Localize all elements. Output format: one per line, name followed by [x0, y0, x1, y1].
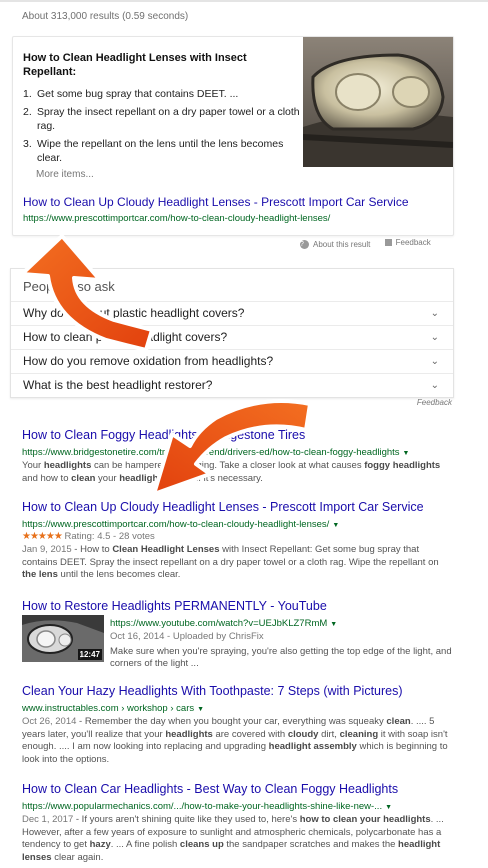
result-snippet: Your headlights can be hampered by foggi… [22, 460, 441, 484]
snippet-result-url: https://www.prescottimportcar.com/how-to… [23, 213, 331, 224]
people-also-ask: People also ask Why do they put plastic … [10, 268, 454, 398]
paa-feedback[interactable]: Feedback [417, 398, 452, 407]
result-title-link[interactable]: How to Clean Foggy Headlights | Bridgest… [22, 428, 305, 442]
chevron-down-icon: ⌄ [430, 332, 439, 343]
result-url: https://www.bridgestonetire.com/tread-an… [22, 447, 410, 458]
more-items-link[interactable]: More items... [36, 169, 94, 180]
caret-down-icon[interactable]: ▼ [197, 706, 204, 713]
paa-question[interactable]: How to clean plastic headlight covers? ⌄ [11, 325, 453, 349]
result-url: https://www.prescottimportcar.com/how-to… [22, 519, 340, 530]
result-snippet: Jan 9, 2015 - How to Clean Headlight Len… [22, 544, 439, 580]
result-url: https://www.popularmechanics.com/.../how… [22, 801, 393, 812]
snippet-footer: ? About this result Feedback [300, 238, 448, 249]
paa-title: People also ask [23, 279, 115, 294]
paa-question[interactable]: Why do they put plastic headlight covers… [11, 301, 453, 325]
result-stats: About 313,000 results (0.59 seconds) [22, 11, 189, 22]
video-meta: Oct 16, 2014 - Uploaded by ChrisFix [110, 631, 264, 642]
caret-down-icon[interactable]: ▼ [385, 804, 392, 811]
snippet-result-link[interactable]: How to Clean Up Cloudy Headlight Lenses … [23, 195, 409, 209]
video-thumbnail[interactable]: 12:47 [22, 615, 104, 662]
result-title-link[interactable]: Clean Your Hazy Headlights With Toothpas… [22, 684, 403, 698]
caret-down-icon[interactable]: ▼ [330, 621, 337, 628]
caret-down-icon[interactable]: ▼ [332, 522, 339, 529]
video-result: How to Restore Headlights PERMANENTLY - … [22, 597, 452, 671]
result-snippet: Dec 1, 2017 - If yours aren't shining qu… [22, 814, 444, 863]
result-url: www.instructables.com › workshop › cars ▼ [22, 703, 205, 714]
top-divider [0, 0, 488, 2]
about-this-result[interactable]: ? About this result [300, 240, 370, 249]
result-snippet: Make sure when you're spraying, you're a… [110, 645, 452, 670]
chevron-down-icon: ⌄ [430, 380, 439, 391]
search-result: How to Clean Up Cloudy Headlight Lenses … [22, 498, 452, 582]
search-result: How to Clean Car Headlights - Best Way t… [22, 780, 452, 864]
chevron-down-icon: ⌄ [430, 356, 439, 367]
snippet-step: 3. Wipe the repellant on the lens until t… [23, 138, 284, 164]
result-url: https://www.youtube.com/watch?v=UEJbKLZ7… [110, 618, 338, 629]
rating-stars: ★★★★★ [22, 531, 63, 542]
caret-down-icon[interactable]: ▼ [403, 450, 410, 457]
video-duration: 12:47 [77, 649, 102, 660]
paa-question[interactable]: How do you remove oxidation from headlig… [11, 349, 453, 373]
snippet-feedback[interactable]: Feedback [373, 238, 431, 247]
result-title-link[interactable]: How to Clean Up Cloudy Headlight Lenses … [22, 500, 424, 514]
headlight-image[interactable] [303, 37, 453, 167]
result-date: Jan 9, 2015 [22, 544, 72, 555]
result-date: Oct 26, 2014 [22, 716, 77, 727]
question-icon: ? [300, 240, 309, 249]
result-snippet: Oct 26, 2014 - Remember the day when you… [22, 716, 448, 765]
result-date: Dec 1, 2017 [22, 814, 74, 825]
snippet-step: 2. Spray the insect repellant on a dry pa… [23, 106, 300, 132]
search-result: How to Clean Foggy Headlights | Bridgest… [22, 426, 452, 485]
search-result: Clean Your Hazy Headlights With Toothpas… [22, 682, 452, 766]
result-title-link[interactable]: How to Restore Headlights PERMANENTLY - … [22, 599, 327, 613]
result-rating: ★★★★★ Rating: 4.5 - 28 votes [22, 531, 155, 542]
snippet-step: 1. Get some bug spray that contains DEET.… [23, 88, 239, 100]
paa-question[interactable]: What is the best headlight restorer? ⌄ [11, 373, 453, 397]
result-title-link[interactable]: How to Clean Car Headlights - Best Way t… [22, 782, 398, 796]
snippet-steps: 1. Get some bug spray that contains DEET.… [23, 87, 305, 169]
chevron-down-icon: ⌄ [430, 308, 439, 319]
flag-icon [384, 239, 392, 246]
snippet-title: How to Clean Headlight Lenses with Insec… [23, 52, 247, 78]
featured-snippet: How to Clean Headlight Lenses with Insec… [12, 36, 454, 236]
